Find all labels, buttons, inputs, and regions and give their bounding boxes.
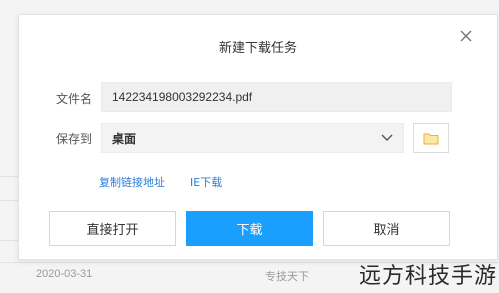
saveto-value: 桌面 <box>112 131 137 146</box>
download-button[interactable]: 下载 <box>186 211 313 246</box>
close-icon <box>460 30 472 42</box>
background-tag: 专技天下 <box>265 270 309 283</box>
watermark: 远方科技手游 <box>358 264 497 289</box>
filename-input[interactable] <box>112 90 441 104</box>
saveto-label: 保存到 <box>56 132 93 146</box>
close-button[interactable] <box>459 29 473 43</box>
folder-icon <box>423 133 439 144</box>
dialog-title: 新建下载任务 <box>218 41 297 56</box>
filename-label: 文件名 <box>56 92 93 106</box>
cancel-button[interactable]: 取消 <box>323 211 450 246</box>
ie-download-link[interactable]: IE下载 <box>190 174 222 190</box>
saveto-select[interactable]: 桌面 <box>101 123 404 153</box>
browse-folder-button[interactable] <box>413 123 449 153</box>
chevron-down-icon <box>381 134 393 142</box>
filename-field-wrapper <box>101 82 452 112</box>
download-dialog: 新建下载任务 文件名 保存到 桌面 复制链接地址 IE下载 直接打开 下载 取消 <box>18 14 498 260</box>
open-directly-button[interactable]: 直接打开 <box>49 211 176 246</box>
background-date: 2020-03-31 <box>36 268 93 280</box>
copy-link-address-link[interactable]: 复制链接地址 <box>99 174 165 190</box>
